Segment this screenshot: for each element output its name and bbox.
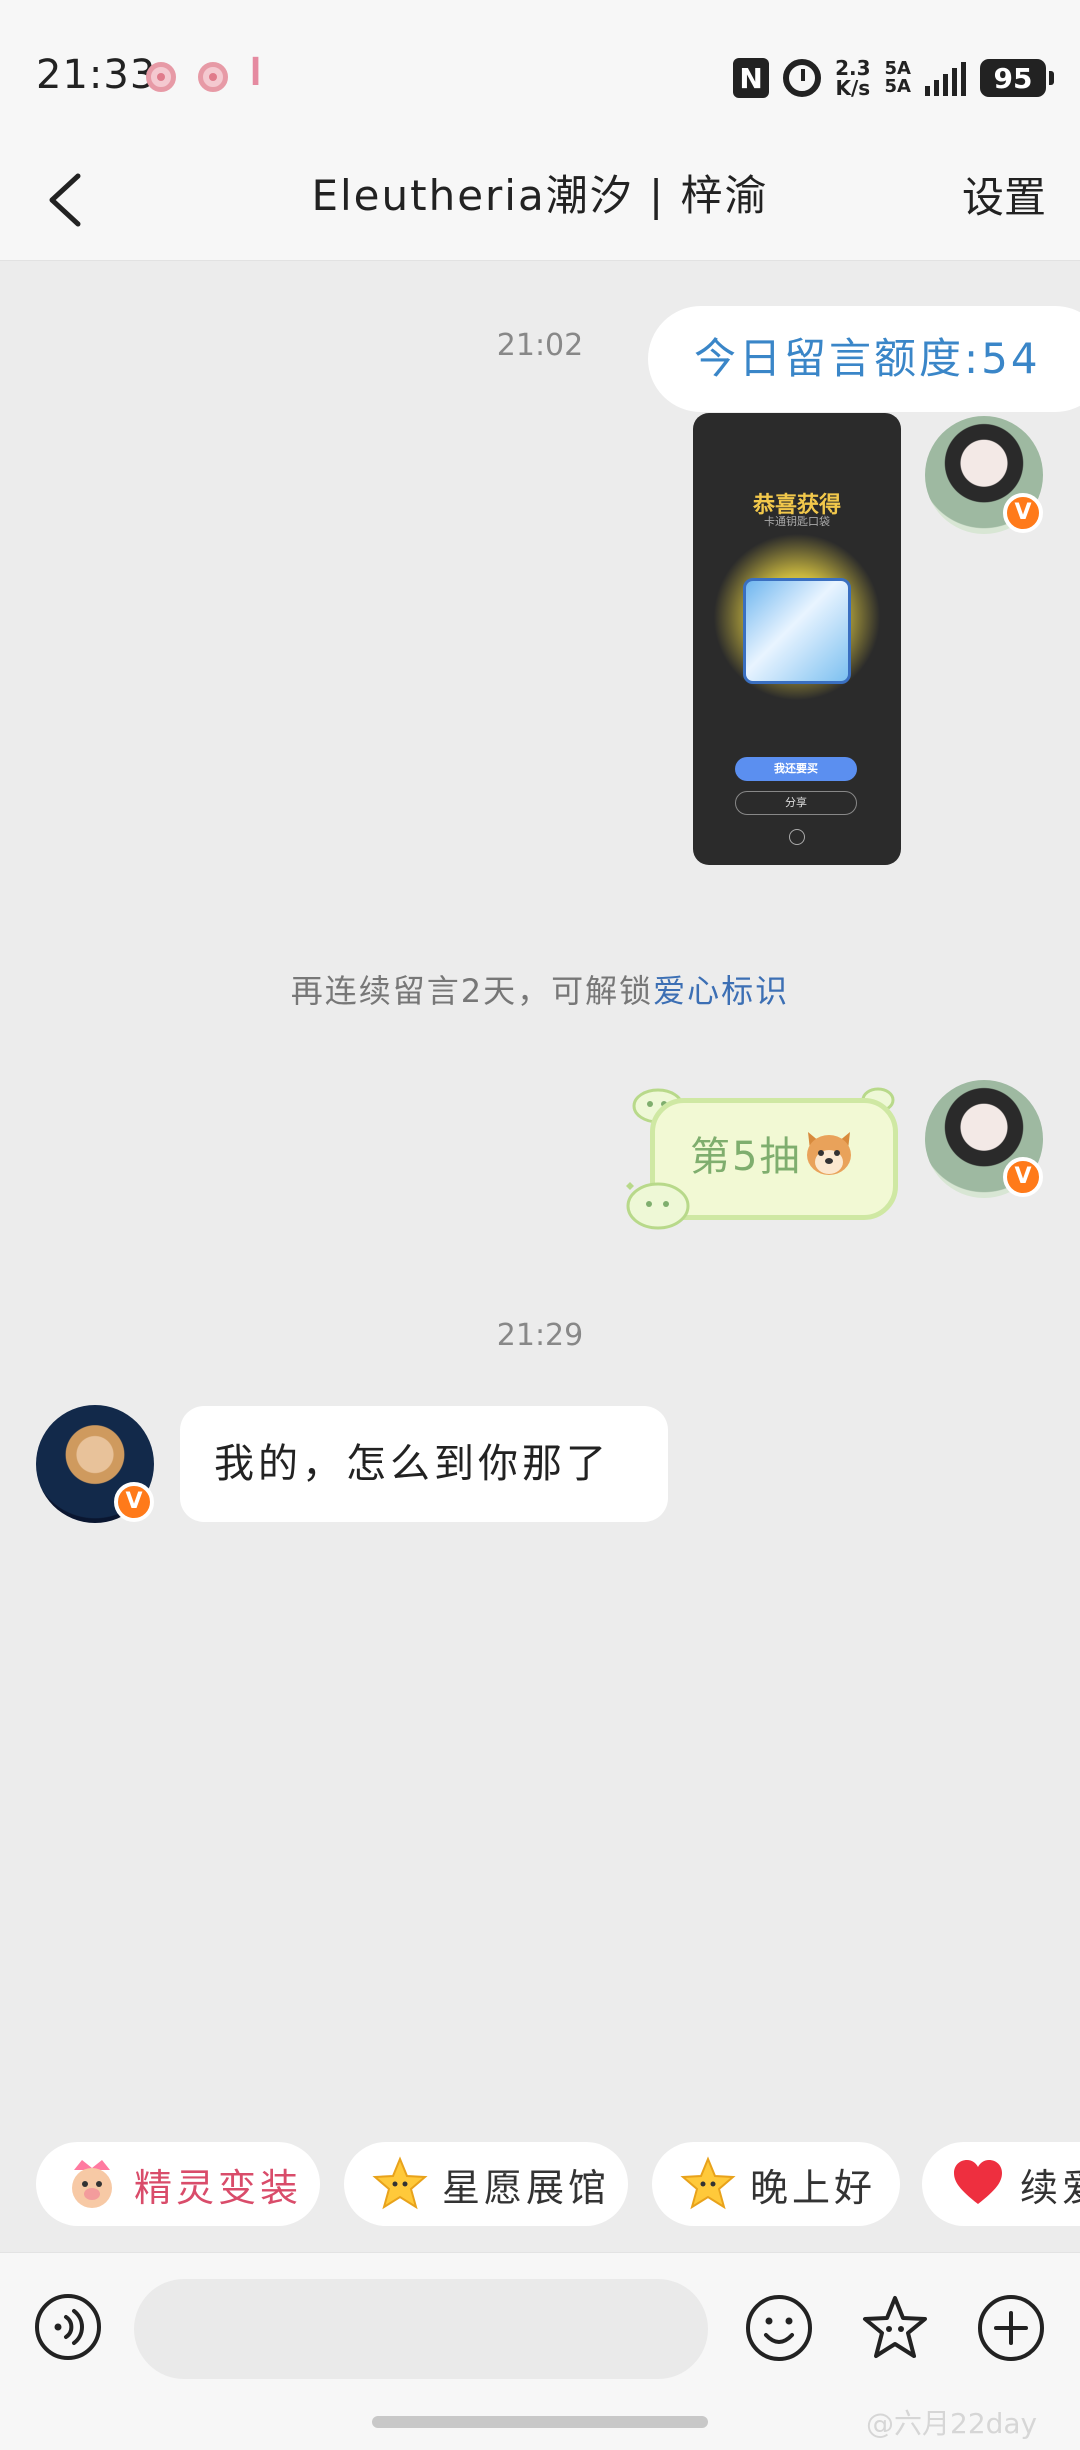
star-face-icon (372, 2156, 428, 2210)
message-input[interactable] (134, 2279, 708, 2379)
sticker-cloud-decoration-icon (626, 1182, 690, 1230)
heart-icon (954, 2160, 1002, 2204)
quick-reply-chip[interactable]: 星愿展馆 (344, 2142, 628, 2226)
signal-labels: 5A 5A (885, 60, 911, 96)
star-face-icon (680, 2156, 736, 2210)
image-share-button: 分享 (735, 791, 857, 815)
sticker-message-text: 第5抽 (690, 1134, 802, 1180)
watermark: @六月22day (866, 2407, 1038, 2440)
network-speed: 2.3 K/s (835, 58, 870, 98)
quick-reply-label: 精灵变装 (134, 2165, 303, 2210)
verified-badge-icon: V (1003, 1157, 1043, 1197)
voice-icon[interactable] (34, 2293, 102, 2361)
app-notification-icon: ꟾ (250, 58, 262, 93)
signal-icon (925, 60, 966, 96)
image-close-icon (789, 829, 805, 845)
system-note-text: 再连续留言2天，可解锁 (290, 972, 654, 1010)
quick-reply-chip[interactable]: 精灵变装 (36, 2142, 320, 2226)
status-icons: N 2.3 K/s 5A 5A 95 (733, 56, 1054, 100)
notification-icon (146, 62, 176, 92)
prize-card-image (743, 578, 851, 684)
pig-costume-icon (72, 2160, 112, 2208)
emoji-icon[interactable] (744, 2293, 814, 2363)
network-speed-unit: K/s (835, 76, 871, 100)
received-message-bubble[interactable]: 我的，怎么到你那了 (180, 1406, 668, 1522)
message-timestamp: 21:29 (496, 1318, 584, 1353)
chat-header: Eleutheria潮汐 | 梓渝 设置 (0, 140, 1080, 261)
quick-reply-label: 晚上好 (750, 2165, 877, 2210)
notification-icon (198, 62, 228, 92)
image-subtitle: 卡通钥匙口袋 (764, 515, 830, 528)
home-indicator[interactable] (372, 2416, 708, 2428)
quick-reply-label: 续爱 (1020, 2165, 1080, 2210)
alarm-icon (783, 59, 822, 97)
quick-reply-label: 星愿展馆 (442, 2165, 611, 2210)
back-arrow-icon[interactable] (40, 170, 100, 230)
verified-badge-icon: V (114, 1482, 154, 1522)
quick-reply-chip[interactable]: 续爱 (922, 2142, 1080, 2226)
sticker-star-icon[interactable] (860, 2293, 930, 2363)
dog-emoji-icon (807, 1132, 851, 1175)
battery-icon: 95 (980, 59, 1054, 97)
network-speed-value: 2.3 (835, 56, 871, 80)
chat-title: Eleutheria潮汐 | 梓渝 (311, 171, 769, 220)
system-note: 再连续留言2天，可解锁爱心标识 (0, 966, 1080, 1012)
add-icon[interactable] (976, 2293, 1046, 2363)
image-buy-button: 我还要买 (735, 757, 857, 781)
system-note-link[interactable]: 爱心标识 (653, 972, 789, 1010)
status-time: 21:33 (36, 52, 157, 98)
image-message[interactable]: 恭喜获得 卡通钥匙口袋 我还要买 分享 (693, 413, 901, 865)
verified-badge-icon: V (1003, 493, 1043, 533)
quota-bubble[interactable]: 今日留言额度:54 (648, 306, 1080, 412)
status-bar: 21:33 ꟾ N 2.3 K/s 5A 5A 95 (0, 0, 1080, 140)
settings-button[interactable]: 设置 (962, 140, 1046, 260)
signal-label: 5A (884, 76, 911, 97)
nfc-icon: N (733, 58, 770, 98)
quick-reply-chip[interactable]: 晚上好 (652, 2142, 900, 2226)
